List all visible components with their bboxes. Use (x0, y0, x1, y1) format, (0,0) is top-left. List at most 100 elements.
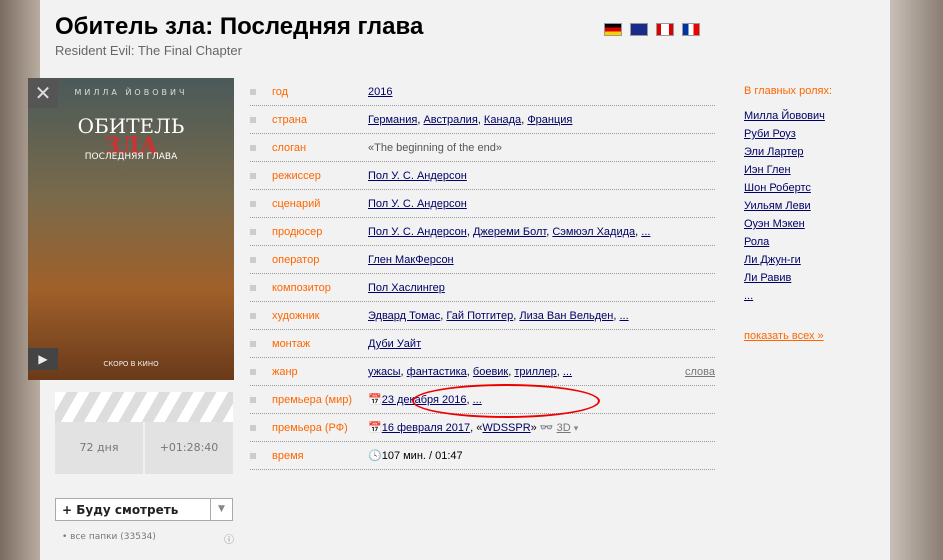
bullet-icon (250, 256, 256, 263)
bullet-icon (250, 284, 256, 291)
row-value-link[interactable]: Глен МакФерсон (368, 254, 454, 266)
row-value: Пол У. С. Андерсон (368, 198, 715, 210)
cast-member-link[interactable]: Уильям Леви (744, 197, 832, 215)
row-value: Пол У. С. Андерсон (368, 170, 715, 182)
will-watch-label[interactable]: + Буду смотреть (56, 499, 210, 520)
row-value-link[interactable]: Лиза Ван Вельден (519, 310, 613, 322)
row-value-link[interactable]: Франция (527, 114, 572, 126)
bullet-icon (250, 200, 256, 207)
play-trailer-icon[interactable]: ▶ (28, 348, 58, 370)
cast-list: В главных ролях: Милла Йовович Руби Роуз Э… (744, 85, 832, 345)
row-value-link[interactable]: Гай Потгитер (446, 310, 513, 322)
info-row: премьера (РФ) 📅16 февраля 2017, «WDSSPR» … (250, 414, 715, 442)
cast-member-link[interactable]: Эли Лартер (744, 143, 832, 161)
row-value-link[interactable]: ... (641, 226, 650, 238)
row-value-link[interactable]: 2016 (368, 86, 392, 98)
row-value-link[interactable]: Дуби Уайт (368, 338, 421, 350)
info-row: страна Германия, Австралия, Канада, Франц… (250, 106, 715, 134)
row-value-link[interactable]: Эдвард Томас (368, 310, 440, 322)
info-row: время 🕓107 мин. / 01:47 (250, 442, 715, 470)
row-value-link[interactable]: Пол Хаслингер (368, 282, 445, 294)
bullet-icon (250, 228, 256, 235)
row-value-text: 107 мин. / 01:47 (381, 450, 463, 462)
cast-member-link[interactable]: ... (744, 287, 832, 305)
movie-poster[interactable]: ✕ МИЛЛА ЙОВОВИЧ ОБИТЕЛЬ ЗЛА ПОСЛЕДНЯЯ ГЛА… (28, 78, 234, 380)
glasses-3d-icon: 👓 (539, 422, 554, 434)
chevron-down-icon[interactable]: ▼ (210, 499, 232, 520)
info-row: композитор Пол Хаслингер (250, 274, 715, 302)
bullet-icon (250, 396, 256, 403)
flag-fr-icon[interactable] (682, 23, 700, 36)
clapper-top (55, 392, 233, 422)
keywords-link[interactable]: слова (685, 366, 715, 378)
cast-member-link[interactable]: Милла Йовович (744, 107, 832, 125)
red-annotation-circle (412, 384, 600, 418)
poster-subtitle: ПОСЛЕДНЯЯ ГЛАВА (84, 152, 178, 162)
info-row: режиссер Пол У. С. Андерсон (250, 162, 715, 190)
row-value-link[interactable]: Пол У. С. Андерсон (368, 170, 467, 182)
clock-icon: 🕓 (368, 450, 382, 462)
row-value-link[interactable]: фантастика (407, 366, 467, 378)
show-all-cast-link[interactable]: показать всех » (744, 327, 832, 345)
row-value-link[interactable]: Австралия (423, 114, 477, 126)
row-value: «The beginning of the end» (368, 142, 715, 154)
distributor-link[interactable]: WDSSPR (482, 422, 530, 434)
calendar-add-icon[interactable]: 📅 (368, 394, 382, 406)
poster-title: ОБИТЕЛЬ ЗЛА (28, 116, 234, 157)
days-left: 72 дня (55, 422, 143, 474)
original-title: Resident Evil: The Final Chapter (55, 43, 242, 58)
bullet-icon (250, 452, 256, 459)
row-value-link[interactable]: Джереми Болт (473, 226, 546, 238)
row-value-link[interactable]: Пол У. С. Андерсон (368, 226, 467, 238)
info-icon[interactable]: ⓘ (224, 531, 234, 546)
row-value-link[interactable]: Пол У. С. Андерсон (368, 198, 467, 210)
row-value-link[interactable]: 16 февраля 2017 (382, 422, 470, 434)
poster-soon: СКОРО В КИНО (103, 360, 159, 368)
bullet-icon (250, 368, 256, 375)
bullet-icon (250, 116, 256, 123)
bullet-icon (250, 340, 256, 347)
all-folders-link[interactable]: • все папки (33534) (62, 532, 156, 542)
row-value-link[interactable]: Германия (368, 114, 417, 126)
will-watch-button[interactable]: + Буду смотреть ▼ (55, 498, 233, 521)
info-row: художник Эдвард Томас, Гай Потгитер, Лиза… (250, 302, 715, 330)
poster-actor: МИЛЛА ЙОВОВИЧ (74, 88, 188, 97)
flag-ca-icon[interactable] (656, 23, 674, 36)
cast-member-link[interactable]: Ли Равив (744, 269, 832, 287)
cast-member-link[interactable]: Ли Джун-ги (744, 251, 832, 269)
dropdown-icon[interactable]: ▾ (574, 423, 579, 433)
info-row: оператор Глен МакФерсон (250, 246, 715, 274)
info-row: жанр ужасы, фантастика, боевик, триллер, … (250, 358, 715, 386)
bullet-icon (250, 312, 256, 319)
row-value-link[interactable]: Сэмюэл Хадида (552, 226, 635, 238)
info-row: слоган «The beginning of the end» (250, 134, 715, 162)
row-value: Германия, Австралия, Канада, Франция (368, 113, 573, 126)
info-row: год 2016 (250, 78, 715, 106)
row-value-link[interactable]: ужасы (368, 366, 401, 378)
format-3d-link[interactable]: 3D (557, 422, 571, 434)
row-value-link[interactable]: ... (619, 310, 628, 322)
bullet-icon (250, 172, 256, 179)
row-value-link[interactable]: Канада (484, 114, 521, 126)
row-value: Эдвард Томас, Гай Потгитер, Лиза Ван Вел… (368, 309, 629, 322)
page-title: Обитель зла: Последняя глава (55, 13, 424, 40)
row-value: Пол У. С. Андерсон, Джереми Болт, Сэмюэл… (368, 225, 651, 238)
bullet-icon (250, 88, 256, 95)
row-value-text: «The beginning of the end» (368, 141, 502, 154)
row-value: 📅16 февраля 2017, «WDSSPR» 👓 3D ▾ (368, 422, 579, 434)
cast-member-link[interactable]: Руби Роуз (744, 125, 832, 143)
cast-member-link[interactable]: Шон Робертс (744, 179, 832, 197)
cast-member-link[interactable]: Иэн Глен (744, 161, 832, 179)
row-value-link[interactable]: боевик (473, 366, 508, 378)
row-value-link[interactable]: ... (563, 366, 572, 378)
cast-heading: В главных ролях: (744, 85, 833, 97)
cast-member-link[interactable]: Рола (744, 233, 832, 251)
calendar-add-icon[interactable]: 📅 (368, 422, 382, 434)
flag-au-icon[interactable] (630, 23, 648, 36)
cast-member-link[interactable]: Оуэн Мэкен (744, 215, 832, 233)
flag-de-icon[interactable] (604, 23, 622, 36)
row-value-link[interactable]: триллер (514, 366, 556, 378)
row-value: ужасы, фантастика, боевик, триллер, ... (368, 365, 573, 378)
time-left: +01:28:40 (145, 422, 233, 474)
row-value: Пол Хаслингер (368, 282, 715, 294)
